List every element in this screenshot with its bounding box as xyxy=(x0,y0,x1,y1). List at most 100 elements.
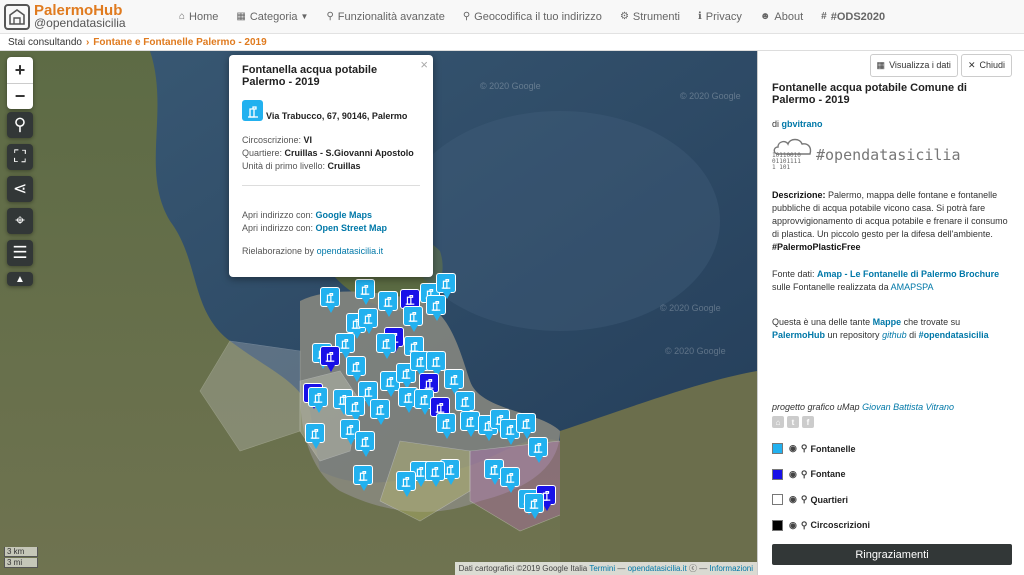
amap-link[interactable]: AMAPSPA xyxy=(891,282,934,292)
fontanella-marker[interactable] xyxy=(305,423,325,449)
top-navbar: PalermoHub @opendatasicilia ⌂ Home ▦ Categ… xyxy=(0,0,1024,34)
close-panel-button[interactable]: ✕ Chiudi xyxy=(960,54,1012,77)
terms-link[interactable]: Termini xyxy=(589,564,615,573)
fontanella-marker[interactable] xyxy=(308,387,328,413)
source-link[interactable]: Amap - Le Fontanelle di Palermo xyxy=(817,269,957,279)
crosshair-icon: ⌖ xyxy=(15,211,25,230)
fontanella-marker[interactable] xyxy=(516,413,536,439)
fontanella-marker[interactable] xyxy=(320,287,340,313)
search-button[interactable]: ⚲ xyxy=(7,112,33,138)
nav-ods2020[interactable]: # #ODS2020 xyxy=(812,11,894,23)
nav-funzionalita[interactable]: ⚲ Funzionalità avanzate xyxy=(317,11,453,23)
info-panel: ▦ Visualizza i dati ✕ Chiudi Fontanelle ac… xyxy=(757,51,1024,575)
zoom-out-button[interactable]: − xyxy=(7,83,33,109)
brand-subtitle: @opendatasicilia xyxy=(34,15,126,30)
legend-label: Circoscrizioni xyxy=(810,520,870,531)
ods-link[interactable]: opendatasicilia.it xyxy=(628,564,687,573)
fontanella-marker[interactable] xyxy=(455,391,475,417)
brochure-link[interactable]: Brochure xyxy=(959,269,999,279)
search-icon: ⚲ xyxy=(326,11,334,22)
info-link[interactable]: Informazioni xyxy=(709,564,753,573)
home-share-icon[interactable]: ⌂ xyxy=(772,416,784,428)
zoom-layer-icon[interactable]: ⚲ xyxy=(801,520,808,531)
github-link[interactable]: github xyxy=(882,330,907,340)
eye-icon[interactable]: ◉ xyxy=(789,520,797,531)
desc-hashtag: #PalermoPlasticFree xyxy=(772,242,861,252)
eye-icon[interactable]: ◉ xyxy=(789,469,797,480)
facebook-icon[interactable]: f xyxy=(802,416,814,428)
fontanella-marker[interactable] xyxy=(528,437,548,463)
fontanella-marker[interactable] xyxy=(355,279,375,305)
layers-button[interactable]: ☰ xyxy=(7,240,33,266)
unita-value: Cruillas xyxy=(327,161,361,171)
twitter-icon[interactable]: t xyxy=(787,416,799,428)
fontanella-marker[interactable] xyxy=(396,471,416,497)
thanks-button[interactable]: Ringraziamenti xyxy=(772,544,1012,565)
fontanella-marker[interactable] xyxy=(403,306,423,332)
credit-link[interactable]: opendatasicilia.it xyxy=(317,246,384,256)
fontanella-marker[interactable] xyxy=(378,291,398,317)
fontanella-marker[interactable] xyxy=(353,465,373,491)
osm-link[interactable]: Open Street Map xyxy=(316,223,388,233)
fontanella-marker[interactable] xyxy=(358,308,378,334)
fontanella-marker[interactable] xyxy=(345,396,365,422)
collapse-button[interactable]: ▲ xyxy=(7,272,33,286)
users-icon: ☻ xyxy=(759,11,771,22)
nav-geocodifica-label: Geocodifica il tuo indirizzo xyxy=(474,10,602,23)
popup-close-button[interactable]: × xyxy=(420,57,428,72)
scale-bar: 3 km 3 mi xyxy=(4,547,38,569)
credit-label: Rielaborazione by xyxy=(242,246,315,256)
zoom-layer-icon[interactable]: ⚲ xyxy=(801,494,808,505)
zoom-in-button[interactable]: + xyxy=(7,57,33,83)
nav-home[interactable]: ⌂ Home xyxy=(170,11,227,23)
circoscrizione-label: Circoscrizione: xyxy=(242,135,302,145)
nav-strumenti[interactable]: ⚙ Strumenti xyxy=(611,11,689,23)
ods-hashtag-link[interactable]: #opendatasicilia xyxy=(919,330,989,340)
feature-popup: × Fontanella acqua potabile Palermo - 20… xyxy=(229,55,433,277)
more-text: che trovate su xyxy=(903,317,961,327)
legend-label: Fontanelle xyxy=(810,443,856,454)
nav-categoria[interactable]: ▦ Categoria ▼ xyxy=(227,11,317,23)
fontanella-marker[interactable] xyxy=(500,467,520,493)
zoom-layer-icon[interactable]: ⚲ xyxy=(801,443,808,454)
breadcrumb-current[interactable]: Fontane e Fontanelle Palermo - 2019 xyxy=(93,37,266,48)
fontanella-marker[interactable] xyxy=(436,273,456,299)
fontanella-marker[interactable] xyxy=(370,399,390,425)
fontanella-marker[interactable] xyxy=(460,411,480,437)
eye-icon[interactable]: ◉ xyxy=(789,494,797,505)
open-with-label: Apri indirizzo con: xyxy=(242,210,314,220)
fontanella-marker[interactable] xyxy=(436,413,456,439)
fontanella-marker[interactable] xyxy=(425,461,445,487)
fontana-marker[interactable] xyxy=(320,346,340,372)
view-data-button[interactable]: ▦ Visualizza i dati xyxy=(869,54,958,77)
attribution-sep: — xyxy=(617,564,626,573)
fontanella-marker[interactable] xyxy=(376,333,396,359)
fontanella-marker[interactable] xyxy=(426,295,446,321)
credits-author-link[interactable]: Giovan Battista Vitrano xyxy=(862,402,954,412)
search-icon: ⚲ xyxy=(13,115,27,134)
mappe-link[interactable]: Mappe xyxy=(873,317,902,327)
brand[interactable]: PalermoHub @opendatasicilia xyxy=(0,3,170,30)
locate-button[interactable]: ⌖ xyxy=(7,208,33,234)
author-link[interactable]: gbvitrano xyxy=(782,119,823,129)
google-maps-link[interactable]: Google Maps xyxy=(316,210,373,220)
fullscreen-button[interactable]: ⛶ xyxy=(7,144,33,170)
fontanella-marker[interactable] xyxy=(355,431,375,457)
nav-home-label: Home xyxy=(189,10,219,23)
eye-icon[interactable]: ◉ xyxy=(789,443,797,454)
legend-label: Quartieri xyxy=(810,494,848,505)
map-watermark: © 2020 Google xyxy=(660,303,721,313)
fontanella-marker[interactable] xyxy=(346,356,366,382)
fontanella-marker[interactable] xyxy=(524,493,544,519)
nav-about[interactable]: ☻ About xyxy=(751,11,812,23)
share-button[interactable]: ⋖ xyxy=(7,176,33,202)
fontanella-marker[interactable] xyxy=(444,369,464,395)
fontanella-marker[interactable] xyxy=(426,351,446,377)
map-attribution: Dati cartografici ©2019 Google Italia Te… xyxy=(454,562,757,575)
nav-privacy[interactable]: ℹ Privacy xyxy=(689,11,751,23)
zoom-layer-icon[interactable]: ⚲ xyxy=(801,469,808,480)
chevron-right-icon: › xyxy=(85,36,90,48)
palermohub-link[interactable]: PalermoHub xyxy=(772,330,825,340)
map-canvas[interactable]: © 2020 Google © 2020 Google © 2020 Googl… xyxy=(0,51,757,575)
nav-geocodifica[interactable]: ⚲ Geocodifica il tuo indirizzo xyxy=(454,11,611,23)
